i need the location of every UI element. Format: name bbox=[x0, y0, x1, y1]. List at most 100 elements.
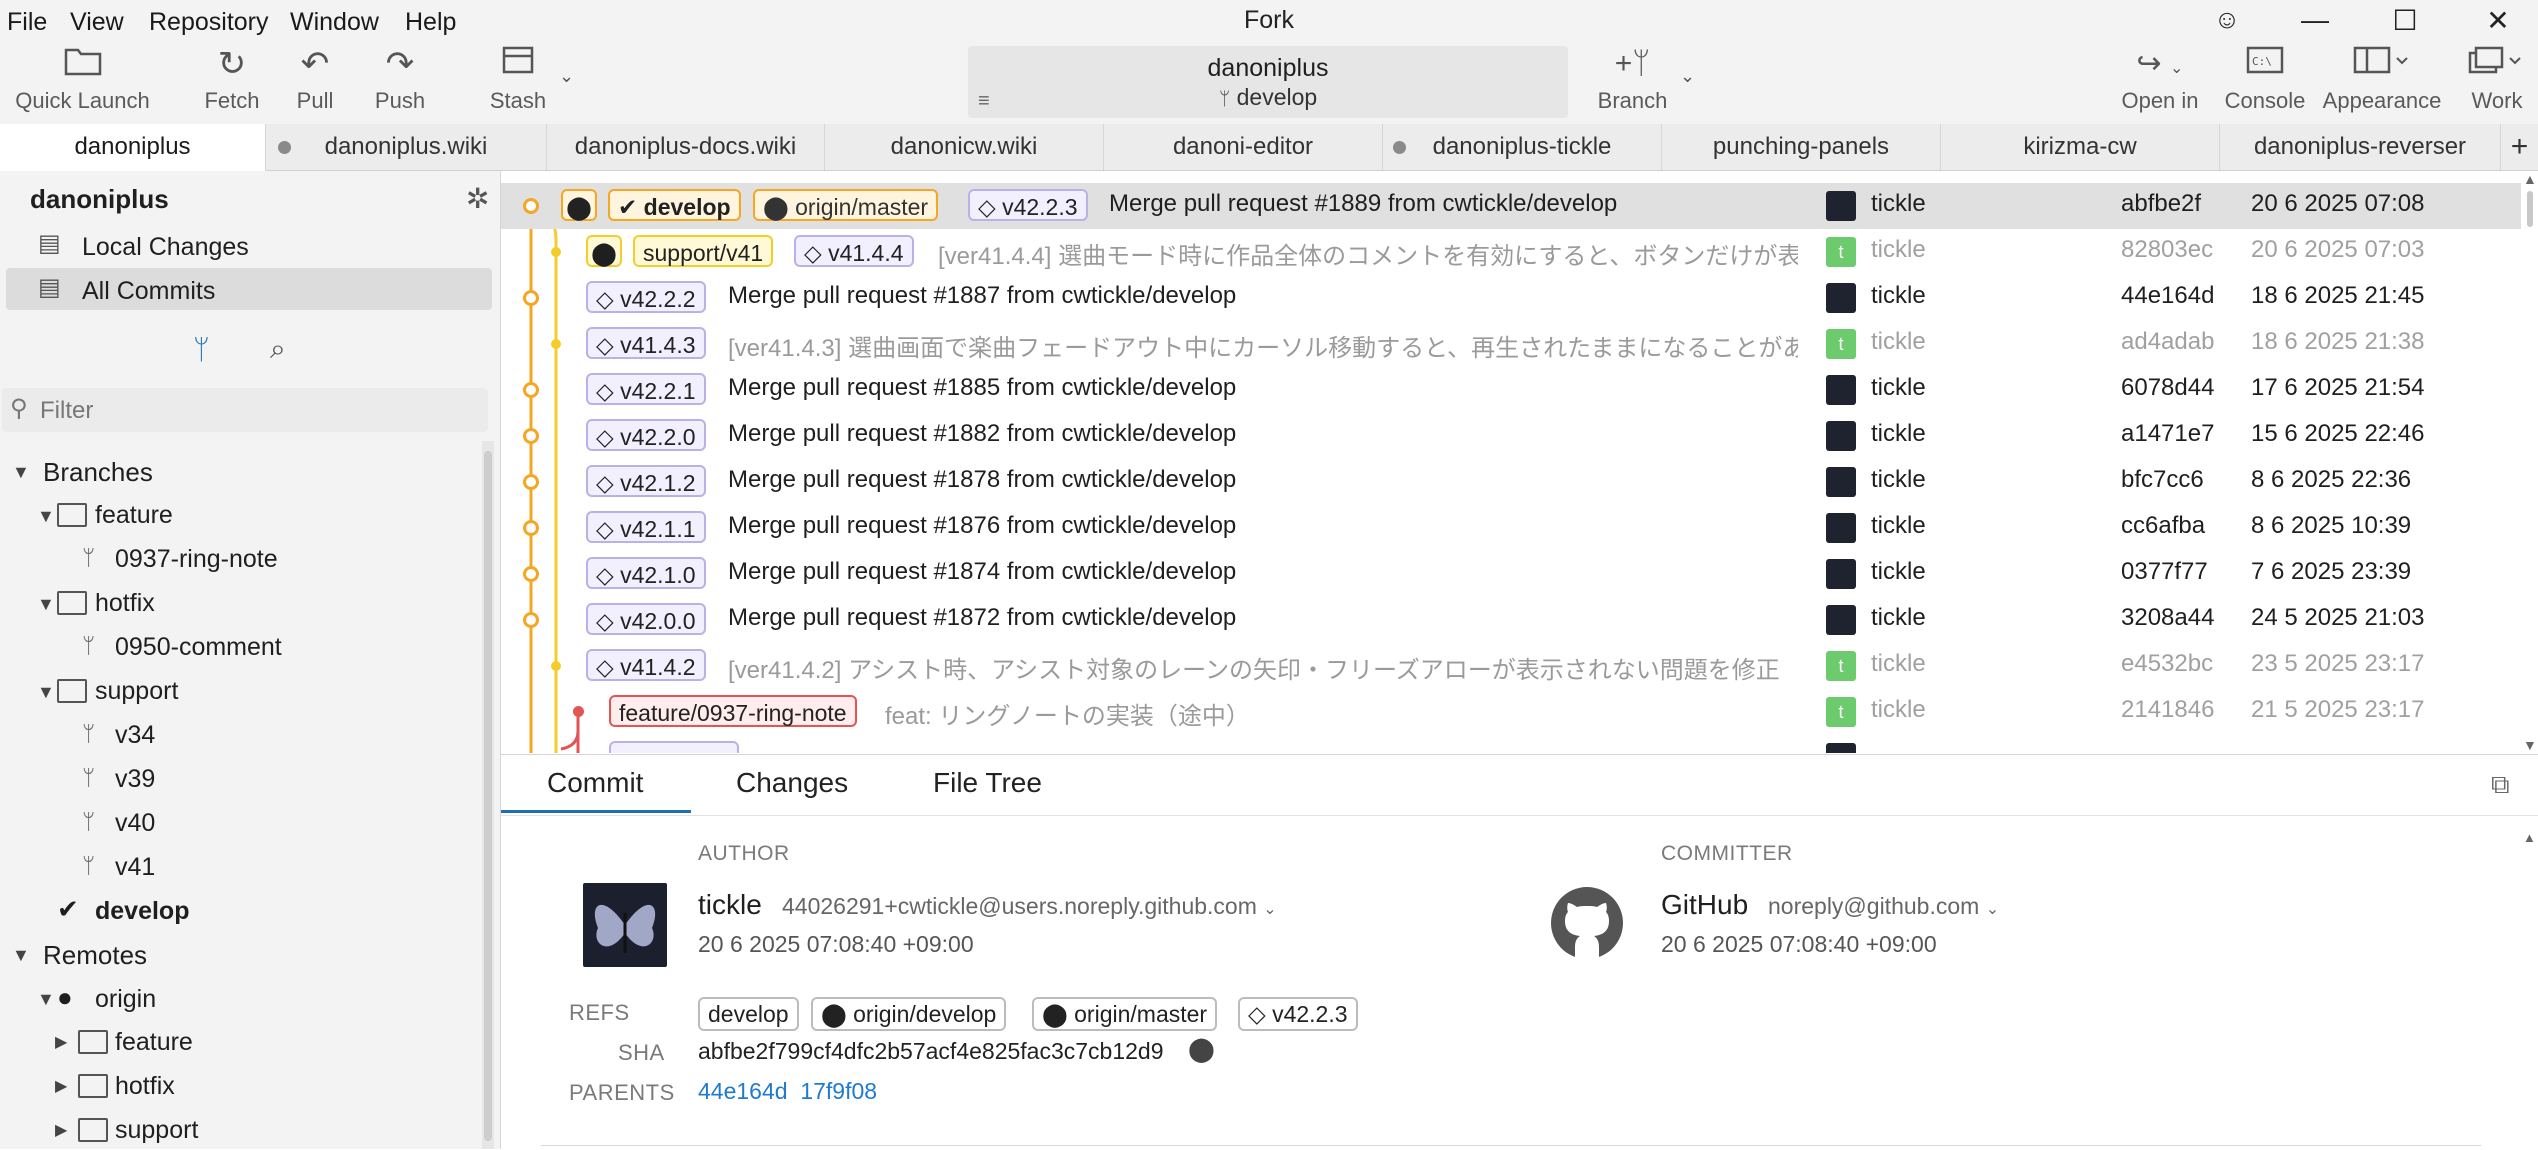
tag-badge[interactable]: ◇ v41.4.3 bbox=[586, 327, 706, 359]
branch-develop[interactable]: develop bbox=[95, 897, 189, 926]
stash-button[interactable]: Stash bbox=[487, 44, 549, 124]
origin-collapse-icon[interactable]: ▼ bbox=[37, 989, 55, 1010]
remote-folder-feature[interactable]: feature bbox=[115, 1028, 193, 1057]
branch-dropdown-icon[interactable]: ⌄ bbox=[1680, 66, 1695, 87]
filter-input[interactable]: ⚲ Filter bbox=[2, 388, 488, 432]
support-collapse-icon[interactable]: ▼ bbox=[37, 682, 55, 703]
tab-danoniplus-reverser[interactable]: danoniplus-reverser bbox=[2220, 124, 2501, 170]
branch-folder-feature[interactable]: feature bbox=[95, 501, 173, 530]
tab-kirizma-cw[interactable]: kirizma-cw bbox=[1941, 124, 2220, 170]
sidebar-item-all-commits[interactable]: All Commits bbox=[82, 277, 215, 306]
branch-button[interactable]: +ᛘ Branch bbox=[1595, 44, 1670, 124]
tab-danoniplus-wiki[interactable]: danoniplus.wiki bbox=[266, 124, 547, 170]
remote-origin[interactable]: origin bbox=[95, 985, 156, 1014]
work-button[interactable]: Work bbox=[2462, 44, 2532, 124]
open-in-button[interactable]: ↪ ⌄ Open in bbox=[2115, 44, 2205, 124]
tag-badge[interactable]: ◇ v42.1.0 bbox=[586, 557, 706, 589]
branch-folder-hotfix[interactable]: hotfix bbox=[95, 589, 155, 618]
commit-list-scroll-thumb[interactable] bbox=[2527, 191, 2533, 227]
branch-badge-feature-0937-ring-note[interactable]: feature/0937-ring-note bbox=[609, 695, 857, 727]
tab-danoniplus-docs-wiki[interactable]: danoniplus-docs.wiki bbox=[547, 124, 825, 170]
tab-danoniplus-tickle[interactable]: danoniplus-tickle bbox=[1383, 124, 1662, 170]
tab-danoniplus[interactable]: danoniplus bbox=[0, 124, 266, 173]
scroll-up-icon[interactable]: ▲ bbox=[2523, 171, 2537, 187]
tag-badge[interactable]: ◇ v42.2.3 bbox=[968, 189, 1088, 221]
ref-badge-origin-master[interactable]: ⬤ origin/master bbox=[1032, 997, 1218, 1031]
tag-badge[interactable]: ◇ v42.0.0 bbox=[586, 603, 706, 635]
parent-link[interactable]: 44e164d bbox=[698, 1078, 788, 1104]
branch-support-v34[interactable]: v34 bbox=[115, 721, 155, 750]
gear-icon[interactable]: ✲ bbox=[466, 182, 489, 215]
open-external-icon[interactable]: ⧉ bbox=[2491, 769, 2510, 801]
github-link-icon[interactable]: ⬤ bbox=[1188, 1035, 1215, 1064]
tab-danoni-editor[interactable]: danoni-editor bbox=[1104, 124, 1383, 170]
tag-badge[interactable] bbox=[609, 741, 739, 753]
commit-row[interactable]: ◇ v42.1.2 Merge pull request #1878 from … bbox=[501, 459, 2521, 505]
commit-row[interactable]: ◇ v42.0.0 Merge pull request #1872 from … bbox=[501, 597, 2521, 643]
pull-button[interactable]: ↶ Pull bbox=[285, 44, 345, 124]
commit-row[interactable]: ◇ v42.2.1 Merge pull request #1885 from … bbox=[501, 367, 2521, 413]
tag-badge[interactable]: ◇ v42.1.2 bbox=[586, 465, 706, 497]
remotes-collapse-icon[interactable]: ▼ bbox=[12, 945, 30, 966]
smiley-icon[interactable]: ☺ bbox=[2207, 4, 2247, 35]
commit-row[interactable]: ◇ v42.2.2 Merge pull request #1887 from … bbox=[501, 275, 2521, 321]
details-scrollbar[interactable]: ▲ bbox=[2523, 830, 2536, 1150]
tag-badge[interactable]: ◇ v41.4.2 bbox=[586, 649, 706, 681]
tag-badge[interactable]: ◇ v42.1.1 bbox=[586, 511, 706, 543]
fetch-button[interactable]: ↻ Fetch bbox=[200, 44, 264, 124]
tab-file-tree[interactable]: File Tree bbox=[933, 767, 1042, 799]
tag-badge[interactable]: ◇ v41.4.4 bbox=[794, 235, 914, 267]
branch-support-v39[interactable]: v39 bbox=[115, 765, 155, 794]
sidebar-scrollbar[interactable] bbox=[482, 441, 494, 1149]
search-icon[interactable]: ⌕ bbox=[270, 333, 286, 366]
commit-row[interactable]: ◇ v42.1.0 Merge pull request #1874 from … bbox=[501, 551, 2521, 597]
stash-dropdown-icon[interactable]: ⌄ bbox=[559, 66, 574, 87]
branch-badge-develop[interactable]: ✔ develop bbox=[608, 189, 741, 221]
tag-badge[interactable]: ◇ v42.2.0 bbox=[586, 419, 706, 451]
branch-folder-support[interactable]: support bbox=[95, 677, 178, 706]
commit-row[interactable]: ◇ v41.4.3 [ver41.4.3] 選曲画面で楽曲フェードアウト中にカー… bbox=[501, 321, 2521, 367]
remote-folder-support[interactable]: support bbox=[115, 1116, 198, 1145]
commit-row[interactable]: ◇ v41.4.2 [ver41.4.2] アシスト時、アシスト対象のレーンの矢… bbox=[501, 643, 2521, 689]
branch-support-v41[interactable]: v41 bbox=[115, 853, 155, 882]
sidebar-scroll-thumb[interactable] bbox=[484, 451, 492, 1141]
close-button[interactable]: ✕ bbox=[2478, 4, 2518, 37]
hotfix-collapse-icon[interactable]: ▼ bbox=[37, 594, 55, 615]
author-email[interactable]: 44026291+cwtickle@users.noreply.github.c… bbox=[782, 893, 1277, 920]
repository-selector[interactable]: danoniplus ᛘ develop ≡ bbox=[968, 46, 1568, 118]
commit-row-partial[interactable] bbox=[501, 735, 2521, 753]
parent-link[interactable]: 17f9f08 bbox=[800, 1078, 877, 1104]
branches-collapse-icon[interactable]: ▼ bbox=[12, 462, 30, 483]
feature-collapse-icon[interactable]: ▼ bbox=[37, 506, 55, 527]
tab-punching-panels[interactable]: punching-panels bbox=[1662, 124, 1941, 170]
tab-changes[interactable]: Changes bbox=[736, 767, 848, 799]
branch-badge-support-v41[interactable]: support/v41 bbox=[633, 235, 774, 267]
console-button[interactable]: C:\ Console bbox=[2222, 44, 2308, 124]
push-button[interactable]: ↷ Push bbox=[368, 44, 432, 124]
quick-launch-button[interactable]: Quick Launch bbox=[10, 44, 155, 124]
scroll-down-icon[interactable]: ▼ bbox=[2523, 737, 2537, 753]
tab-commit[interactable]: Commit bbox=[547, 767, 643, 799]
minimize-button[interactable]: — bbox=[2295, 4, 2335, 36]
sidebar-item-local-changes[interactable]: Local Changes bbox=[82, 233, 249, 262]
scroll-up-icon[interactable]: ▲ bbox=[2523, 830, 2536, 845]
branch-feature-0937-ring-note[interactable]: 0937-ring-note bbox=[115, 545, 278, 574]
expand-icon[interactable]: ▶ bbox=[55, 1120, 67, 1140]
commit-row[interactable]: ⬤ support/v41 ◇ v41.4.4 [ver41.4.4] 選曲モー… bbox=[501, 229, 2521, 275]
commit-row[interactable]: feature/0937-ring-note feat: リングノートの実装（途… bbox=[501, 689, 2521, 735]
new-tab-button[interactable]: + bbox=[2501, 124, 2538, 170]
ref-badge-origin-develop[interactable]: ⬤ origin/develop bbox=[811, 997, 1007, 1031]
remote-folder-hotfix[interactable]: hotfix bbox=[115, 1072, 175, 1101]
expand-icon[interactable]: ▶ bbox=[55, 1076, 67, 1096]
ref-badge-tag[interactable]: ◇ v42.2.3 bbox=[1238, 997, 1358, 1031]
expand-icon[interactable]: ▶ bbox=[55, 1032, 67, 1052]
branch-view-icon[interactable]: ᛘ bbox=[193, 334, 210, 366]
appearance-button[interactable]: Appearance bbox=[2320, 44, 2444, 124]
branch-support-v40[interactable]: v40 bbox=[115, 809, 155, 838]
commit-row[interactable]: ◇ v42.1.1 Merge pull request #1876 from … bbox=[501, 505, 2521, 551]
remote-badge-origin-master[interactable]: ⬤ origin/master bbox=[753, 189, 939, 221]
commit-row[interactable]: ⬤ ✔ develop ⬤ origin/master ◇ v42.2.3 Me… bbox=[501, 183, 2521, 229]
branch-hotfix-0950-comment[interactable]: 0950-comment bbox=[115, 633, 282, 662]
tag-badge[interactable]: ◇ v42.2.1 bbox=[586, 373, 706, 405]
committer-email[interactable]: noreply@github.com ⌄ bbox=[1768, 893, 1999, 920]
